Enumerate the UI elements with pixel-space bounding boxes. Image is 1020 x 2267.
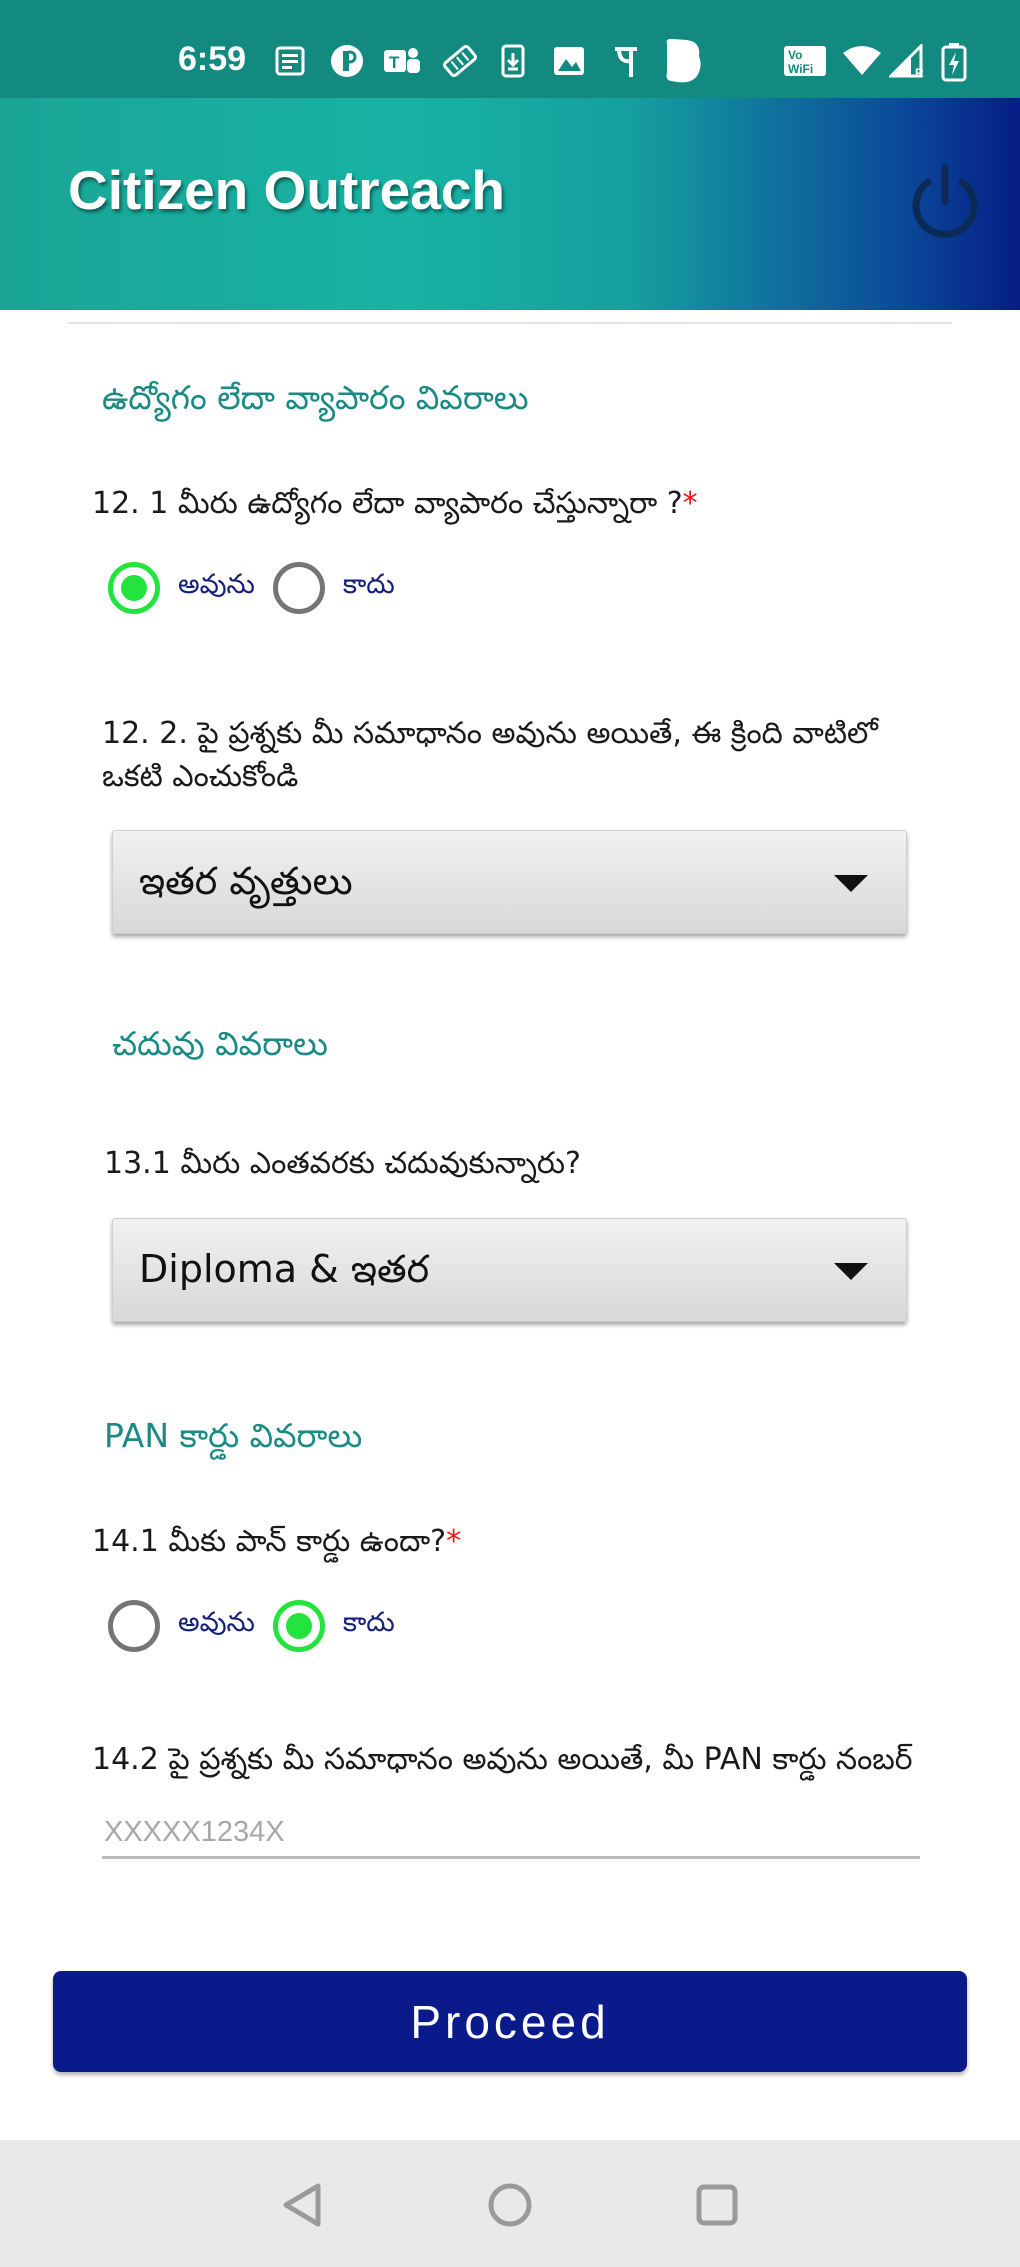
question-13-1: 13.1 మీరు ఎంతవరకు చదువుకున్నారు? <box>104 1146 581 1181</box>
chevron-down-icon <box>834 1263 868 1280</box>
app-icon <box>328 44 366 78</box>
status-time: 6:59 <box>178 40 247 78</box>
battery-icon <box>940 42 968 82</box>
svg-text:Vo: Vo <box>788 48 802 62</box>
required-mark: * <box>446 1524 462 1559</box>
svg-text:R: R <box>915 66 924 78</box>
radio-group-14-1: అవును కాదు <box>108 1600 413 1652</box>
required-mark: * <box>682 486 698 521</box>
radio-label-no: కాదు <box>342 569 395 600</box>
occupation-dropdown-value: ఇతర వృత్తులు <box>139 859 353 903</box>
radio-no-12-1[interactable] <box>272 562 325 614</box>
radio-yes-14-1[interactable] <box>108 1600 160 1652</box>
news-icon <box>272 44 308 78</box>
section-divider <box>68 322 952 324</box>
recents-icon[interactable] <box>690 2178 744 2232</box>
tag-icon <box>440 44 480 78</box>
occupation-dropdown[interactable]: ఇతర వృత్తులు <box>112 830 907 934</box>
pan-number-input[interactable] <box>102 1808 920 1859</box>
radio-yes-12-1[interactable] <box>108 562 160 614</box>
education-dropdown-value: Diploma & ఇతర <box>139 1247 430 1291</box>
svg-text:WiFi: WiFi <box>788 62 813 76</box>
question-14-2: 14.2 పై ప్రశ్నకు మీ సమాధానం అవును అయితే,… <box>92 1742 913 1777</box>
status-bar: 6:59 T Vo WiFi R <box>0 0 1020 98</box>
radio-group-12-1: అవును కాదు <box>108 562 413 614</box>
education-dropdown[interactable]: Diploma & ఇతర <box>112 1218 907 1322</box>
employment-section-title: ఉద్యోగం లేదా వ్యాపారం వివరాలు <box>102 378 529 417</box>
home-icon[interactable] <box>483 2178 537 2232</box>
radio-label-no: కాదు <box>342 1607 395 1638</box>
proceed-button[interactable]: Proceed <box>53 1971 967 2072</box>
question-12-1-text: 12. 1 మీరు ఉద్యోగం లేదా వ్యాపారం చేస్తున… <box>92 486 683 521</box>
question-12-1: 12. 1 మీరు ఉద్యోగం లేదా వ్యాపారం చేస్తున… <box>92 482 698 525</box>
teams-icon: T <box>382 44 422 78</box>
phonepe-icon <box>610 44 644 78</box>
question-14-1: 14.1 మీకు పాన్ కార్డు ఉందా?* <box>92 1520 461 1563</box>
app-title: Citizen Outreach <box>68 159 506 221</box>
back-icon[interactable] <box>276 2178 330 2232</box>
radio-label-yes: అవును <box>178 569 255 600</box>
question-14-1-text: 14.1 మీకు పాన్ కార్డు ఉందా? <box>92 1524 447 1559</box>
vowifi-icon: Vo WiFi <box>782 44 828 78</box>
system-nav-bar <box>0 2140 1020 2267</box>
pan-section-title: PAN కార్డు వివరాలు <box>104 1416 363 1455</box>
app-bar: Citizen Outreach <box>0 98 1020 310</box>
svg-text:T: T <box>389 53 400 72</box>
power-icon[interactable] <box>904 162 986 244</box>
b-app-icon <box>660 36 706 86</box>
chevron-down-icon <box>834 875 868 892</box>
signal-icon: R <box>888 44 928 78</box>
radio-no-14-1[interactable] <box>272 1600 325 1652</box>
question-12-2: 12. 2. పై ప్రశ్నకు మీ సమాధానం అవును అయిత… <box>102 716 878 794</box>
education-section-title: చదువు వివరాలు <box>112 1024 328 1063</box>
radio-label-yes: అవును <box>178 1607 255 1638</box>
download-icon <box>498 44 528 78</box>
wifi-icon <box>842 44 882 78</box>
image-icon <box>550 44 588 78</box>
